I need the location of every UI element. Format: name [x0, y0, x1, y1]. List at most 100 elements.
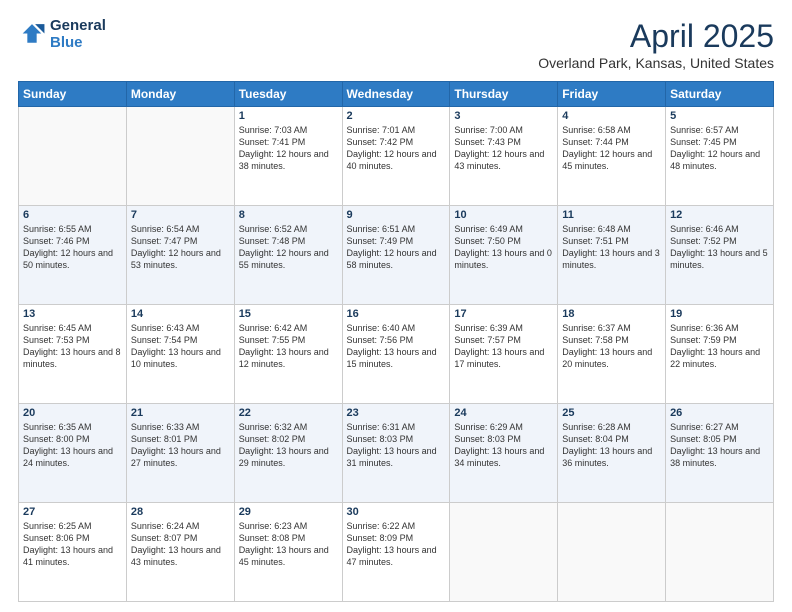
calendar-cell: 15 Sunrise: 6:42 AM Sunset: 7:55 PM Dayli…	[234, 305, 342, 404]
day-info: Sunrise: 6:45 AM Sunset: 7:53 PM Dayligh…	[23, 322, 122, 371]
day-number: 6	[23, 209, 122, 221]
day-number: 23	[347, 407, 446, 419]
day-number: 4	[562, 110, 661, 122]
month-title: April 2025	[538, 18, 774, 55]
title-block: April 2025 Overland Park, Kansas, United…	[538, 18, 774, 71]
day-info: Sunrise: 6:35 AM Sunset: 8:00 PM Dayligh…	[23, 421, 122, 470]
day-number: 3	[454, 110, 553, 122]
calendar-cell	[450, 503, 558, 602]
day-number: 28	[131, 506, 230, 518]
day-number: 26	[670, 407, 769, 419]
day-number: 5	[670, 110, 769, 122]
calendar-cell	[666, 503, 774, 602]
logo-icon	[18, 21, 46, 49]
calendar-cell: 18 Sunrise: 6:37 AM Sunset: 7:58 PM Dayli…	[558, 305, 666, 404]
calendar-cell: 23Sunrise: 6:31 AM Sunset: 8:03 PM Dayli…	[342, 404, 450, 503]
day-number: 14	[131, 308, 230, 320]
calendar-cell: 11 Sunrise: 6:48 AM Sunset: 7:51 PM Dayli…	[558, 206, 666, 305]
calendar-cell: 25 Sunrise: 6:28 AM Sunset: 8:04 PM Dayli…	[558, 404, 666, 503]
calendar-cell: 26 Sunrise: 6:27 AM Sunset: 8:05 PM Dayli…	[666, 404, 774, 503]
day-info: Sunrise: 6:39 AM Sunset: 7:57 PM Dayligh…	[454, 322, 553, 371]
calendar-cell: 28 Sunrise: 6:24 AM Sunset: 8:07 PM Dayli…	[126, 503, 234, 602]
calendar-cell: 3 Sunrise: 7:00 AM Sunset: 7:43 PM Daylig…	[450, 107, 558, 206]
day-header-wednesday: Wednesday	[342, 82, 450, 107]
day-number: 21	[131, 407, 230, 419]
day-info: Sunrise: 6:54 AM Sunset: 7:47 PM Dayligh…	[131, 223, 230, 272]
day-info: Sunrise: 6:58 AM Sunset: 7:44 PM Dayligh…	[562, 124, 661, 173]
calendar-cell: 29 Sunrise: 6:23 AM Sunset: 8:08 PM Dayli…	[234, 503, 342, 602]
calendar-table: SundayMondayTuesdayWednesdayThursdayFrid…	[18, 81, 774, 602]
calendar-cell: 14 Sunrise: 6:43 AM Sunset: 7:54 PM Dayli…	[126, 305, 234, 404]
day-number: 30	[347, 506, 446, 518]
calendar-cell: 13 Sunrise: 6:45 AM Sunset: 7:53 PM Dayli…	[19, 305, 127, 404]
day-number: 22	[239, 407, 338, 419]
day-header-tuesday: Tuesday	[234, 82, 342, 107]
calendar-cell: 21 Sunrise: 6:33 AM Sunset: 8:01 PM Dayli…	[126, 404, 234, 503]
calendar-week-row: 27 Sunrise: 6:25 AM Sunset: 8:06 PM Dayli…	[19, 503, 774, 602]
calendar-cell: 4 Sunrise: 6:58 AM Sunset: 7:44 PM Daylig…	[558, 107, 666, 206]
location: Overland Park, Kansas, United States	[538, 55, 774, 71]
day-info: Sunrise: 6:57 AM Sunset: 7:45 PM Dayligh…	[670, 124, 769, 173]
day-number: 8	[239, 209, 338, 221]
day-info: Sunrise: 6:43 AM Sunset: 7:54 PM Dayligh…	[131, 322, 230, 371]
day-number: 1	[239, 110, 338, 122]
calendar-cell: 20 Sunrise: 6:35 AM Sunset: 8:00 PM Dayli…	[19, 404, 127, 503]
calendar-cell: 2Sunrise: 7:01 AM Sunset: 7:42 PM Daylig…	[342, 107, 450, 206]
calendar-week-row: 13 Sunrise: 6:45 AM Sunset: 7:53 PM Dayli…	[19, 305, 774, 404]
calendar-cell	[126, 107, 234, 206]
calendar-week-row: 20 Sunrise: 6:35 AM Sunset: 8:00 PM Dayli…	[19, 404, 774, 503]
calendar-cell	[558, 503, 666, 602]
calendar-cell: 22 Sunrise: 6:32 AM Sunset: 8:02 PM Dayli…	[234, 404, 342, 503]
logo-text: General Blue	[50, 18, 106, 51]
day-number: 27	[23, 506, 122, 518]
day-info: Sunrise: 6:33 AM Sunset: 8:01 PM Dayligh…	[131, 421, 230, 470]
calendar-cell: 8 Sunrise: 6:52 AM Sunset: 7:48 PM Daylig…	[234, 206, 342, 305]
day-info: Sunrise: 6:23 AM Sunset: 8:08 PM Dayligh…	[239, 520, 338, 569]
day-info: Sunrise: 6:42 AM Sunset: 7:55 PM Dayligh…	[239, 322, 338, 371]
calendar-cell	[19, 107, 127, 206]
day-info: Sunrise: 6:29 AM Sunset: 8:03 PM Dayligh…	[454, 421, 553, 470]
day-info: Sunrise: 6:37 AM Sunset: 7:58 PM Dayligh…	[562, 322, 661, 371]
day-number: 29	[239, 506, 338, 518]
day-info: Sunrise: 6:46 AM Sunset: 7:52 PM Dayligh…	[670, 223, 769, 272]
day-number: 16	[347, 308, 446, 320]
day-header-friday: Friday	[558, 82, 666, 107]
day-info: Sunrise: 6:55 AM Sunset: 7:46 PM Dayligh…	[23, 223, 122, 272]
day-number: 2	[347, 110, 446, 122]
day-number: 20	[23, 407, 122, 419]
day-info: Sunrise: 6:27 AM Sunset: 8:05 PM Dayligh…	[670, 421, 769, 470]
logo: General Blue	[18, 18, 106, 51]
day-info: Sunrise: 6:52 AM Sunset: 7:48 PM Dayligh…	[239, 223, 338, 272]
day-header-sunday: Sunday	[19, 82, 127, 107]
day-header-monday: Monday	[126, 82, 234, 107]
day-header-saturday: Saturday	[666, 82, 774, 107]
day-info: Sunrise: 6:28 AM Sunset: 8:04 PM Dayligh…	[562, 421, 661, 470]
day-info: Sunrise: 6:49 AM Sunset: 7:50 PM Dayligh…	[454, 223, 553, 272]
day-info: Sunrise: 6:25 AM Sunset: 8:06 PM Dayligh…	[23, 520, 122, 569]
calendar-cell: 5 Sunrise: 6:57 AM Sunset: 7:45 PM Daylig…	[666, 107, 774, 206]
day-info: Sunrise: 6:51 AM Sunset: 7:49 PM Dayligh…	[347, 223, 446, 272]
calendar-week-row: 6 Sunrise: 6:55 AM Sunset: 7:46 PM Daylig…	[19, 206, 774, 305]
day-info: Sunrise: 6:48 AM Sunset: 7:51 PM Dayligh…	[562, 223, 661, 272]
calendar-cell: 17Sunrise: 6:39 AM Sunset: 7:57 PM Dayli…	[450, 305, 558, 404]
day-info: Sunrise: 7:00 AM Sunset: 7:43 PM Dayligh…	[454, 124, 553, 173]
day-number: 19	[670, 308, 769, 320]
calendar-cell: 24 Sunrise: 6:29 AM Sunset: 8:03 PM Dayli…	[450, 404, 558, 503]
day-number: 24	[454, 407, 553, 419]
day-info: Sunrise: 6:40 AM Sunset: 7:56 PM Dayligh…	[347, 322, 446, 371]
day-info: Sunrise: 7:03 AM Sunset: 7:41 PM Dayligh…	[239, 124, 338, 173]
day-number: 25	[562, 407, 661, 419]
day-info: Sunrise: 6:32 AM Sunset: 8:02 PM Dayligh…	[239, 421, 338, 470]
day-info: Sunrise: 6:22 AM Sunset: 8:09 PM Dayligh…	[347, 520, 446, 569]
day-number: 7	[131, 209, 230, 221]
day-number: 15	[239, 308, 338, 320]
calendar-cell: 9Sunrise: 6:51 AM Sunset: 7:49 PM Daylig…	[342, 206, 450, 305]
calendar-week-row: 1 Sunrise: 7:03 AM Sunset: 7:41 PM Daylig…	[19, 107, 774, 206]
page: General Blue April 2025 Overland Park, K…	[0, 0, 792, 612]
calendar-cell: 7 Sunrise: 6:54 AM Sunset: 7:47 PM Daylig…	[126, 206, 234, 305]
day-number: 11	[562, 209, 661, 221]
day-info: Sunrise: 6:24 AM Sunset: 8:07 PM Dayligh…	[131, 520, 230, 569]
day-number: 13	[23, 308, 122, 320]
day-number: 18	[562, 308, 661, 320]
calendar-cell: 19Sunrise: 6:36 AM Sunset: 7:59 PM Dayli…	[666, 305, 774, 404]
